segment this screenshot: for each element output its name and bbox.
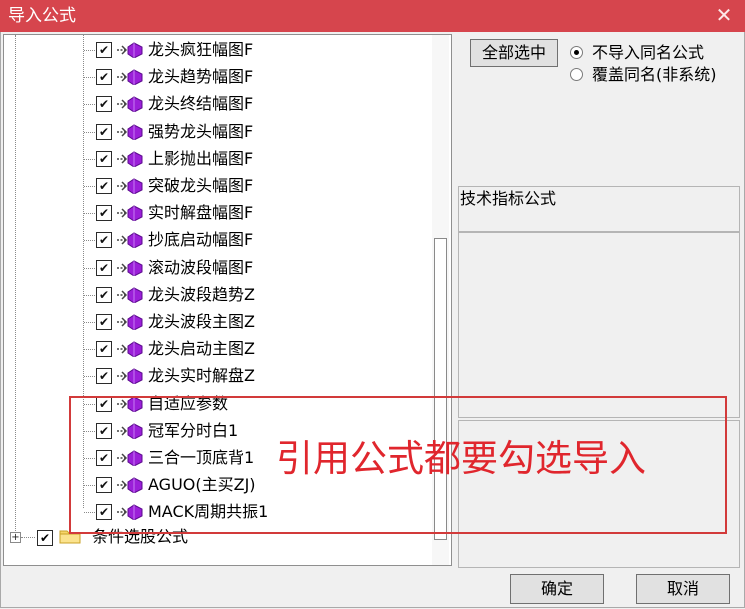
formula-icon bbox=[117, 232, 143, 249]
expand-plus-icon[interactable]: + bbox=[10, 532, 21, 543]
tree-node[interactable]: ✔ 龙头实时解盘Z bbox=[4, 364, 424, 388]
tree-node-label: 龙头疯狂幅图F bbox=[148, 40, 254, 59]
cancel-button[interactable]: 取消 bbox=[636, 574, 730, 604]
radio-label: 不导入同名公式 bbox=[592, 43, 705, 62]
radio-button[interactable] bbox=[570, 68, 583, 81]
tree-node-label: 突破龙头幅图F bbox=[148, 176, 254, 195]
tree-node[interactable]: ✔ 龙头启动主图Z bbox=[4, 337, 424, 361]
tree-node[interactable]: ✔ 实时解盘幅图F bbox=[4, 201, 424, 225]
radio-overwrite-same-name[interactable]: 覆盖同名(非系统) bbox=[570, 65, 740, 85]
checkbox[interactable]: ✔ bbox=[96, 178, 112, 194]
checkbox[interactable]: ✔ bbox=[96, 42, 112, 58]
formula-icon bbox=[117, 260, 143, 276]
tree-node[interactable]: ✔ 滚动波段幅图F bbox=[4, 256, 424, 280]
checkbox[interactable]: ✔ bbox=[96, 69, 112, 86]
formula-icon bbox=[117, 96, 143, 113]
tree-node-label: 强势龙头幅图F bbox=[148, 121, 254, 141]
tree-node[interactable]: ✔ 突破龙头幅图F bbox=[4, 174, 424, 198]
annotation-text: 引用公式都要勾选导入 bbox=[276, 437, 646, 480]
tree-node-label: 龙头终结幅图F bbox=[148, 94, 254, 114]
tree-node[interactable]: ✔ 上影抛出幅图F bbox=[4, 147, 424, 171]
formula-type-label: 技术指标公式 bbox=[460, 189, 557, 208]
formula-icon bbox=[117, 205, 143, 222]
radio-skip-same-name[interactable]: 不导入同名公式 bbox=[570, 43, 740, 63]
formula-icon bbox=[117, 287, 143, 303]
radio-button[interactable] bbox=[570, 46, 583, 59]
tree-node[interactable]: ✔ 抄底启动幅图F bbox=[4, 228, 424, 252]
checkbox[interactable]: ✔ bbox=[96, 123, 112, 140]
checkbox[interactable]: ✔ bbox=[96, 314, 112, 330]
checkbox[interactable]: ✔ bbox=[96, 96, 112, 113]
ok-button[interactable]: 确定 bbox=[510, 574, 604, 604]
formula-icon bbox=[117, 69, 143, 86]
tree-node-label: 龙头启动主图Z bbox=[148, 339, 255, 359]
checkbox[interactable]: ✔ bbox=[96, 341, 112, 358]
formula-icon bbox=[117, 314, 143, 330]
radio-label: 覆盖同名(非系统) bbox=[592, 65, 717, 84]
close-icon[interactable]: ✕ bbox=[713, 3, 735, 27]
tree-node[interactable]: ✔ 强势龙头幅图F bbox=[4, 120, 424, 144]
formula-icon bbox=[117, 42, 143, 58]
tree-node-label: 龙头波段趋势Z bbox=[148, 284, 255, 304]
tree-node-label: 龙头实时解盘Z bbox=[148, 366, 255, 386]
tree-node-label: 实时解盘幅图F bbox=[148, 203, 254, 223]
checkbox[interactable]: ✔ bbox=[96, 368, 112, 385]
formula-icon bbox=[117, 368, 143, 385]
tree-node-label: 滚动波段幅图F bbox=[148, 257, 254, 277]
window-title: 导入公式 bbox=[8, 6, 76, 26]
tree-node-label: 上影抛出幅图F bbox=[148, 148, 254, 168]
tree-node[interactable]: ✔ 龙头波段趋势Z bbox=[4, 283, 424, 307]
formula-icon bbox=[117, 178, 143, 194]
formula-icon bbox=[117, 341, 143, 358]
checkbox[interactable]: ✔ bbox=[96, 205, 112, 222]
tree-node-label: 龙头波段主图Z bbox=[148, 312, 255, 331]
tree-node[interactable]: ✔ 龙头趋势幅图F bbox=[4, 65, 424, 89]
title-bar: 导入公式 ✕ bbox=[0, 0, 745, 32]
tree-node-label: 抄底启动幅图F bbox=[148, 230, 254, 250]
checkbox[interactable]: ✔ bbox=[37, 530, 53, 546]
formula-icon bbox=[117, 124, 143, 140]
checkbox[interactable]: ✔ bbox=[96, 150, 112, 167]
tree-node[interactable]: ✔ 龙头终结幅图F bbox=[4, 92, 424, 116]
checkbox[interactable]: ✔ bbox=[96, 259, 112, 276]
checkbox[interactable]: ✔ bbox=[96, 232, 112, 249]
formula-info-panel bbox=[458, 232, 740, 418]
checkbox[interactable]: ✔ bbox=[96, 286, 112, 303]
tree-node[interactable]: ✔ 龙头疯狂幅图F bbox=[4, 38, 424, 62]
formula-icon bbox=[117, 151, 143, 167]
tree-node-label: 龙头趋势幅图F bbox=[148, 67, 254, 87]
tree-node[interactable]: ✔ 龙头波段主图Z bbox=[4, 310, 424, 334]
select-all-button[interactable]: 全部选中 bbox=[470, 39, 558, 67]
